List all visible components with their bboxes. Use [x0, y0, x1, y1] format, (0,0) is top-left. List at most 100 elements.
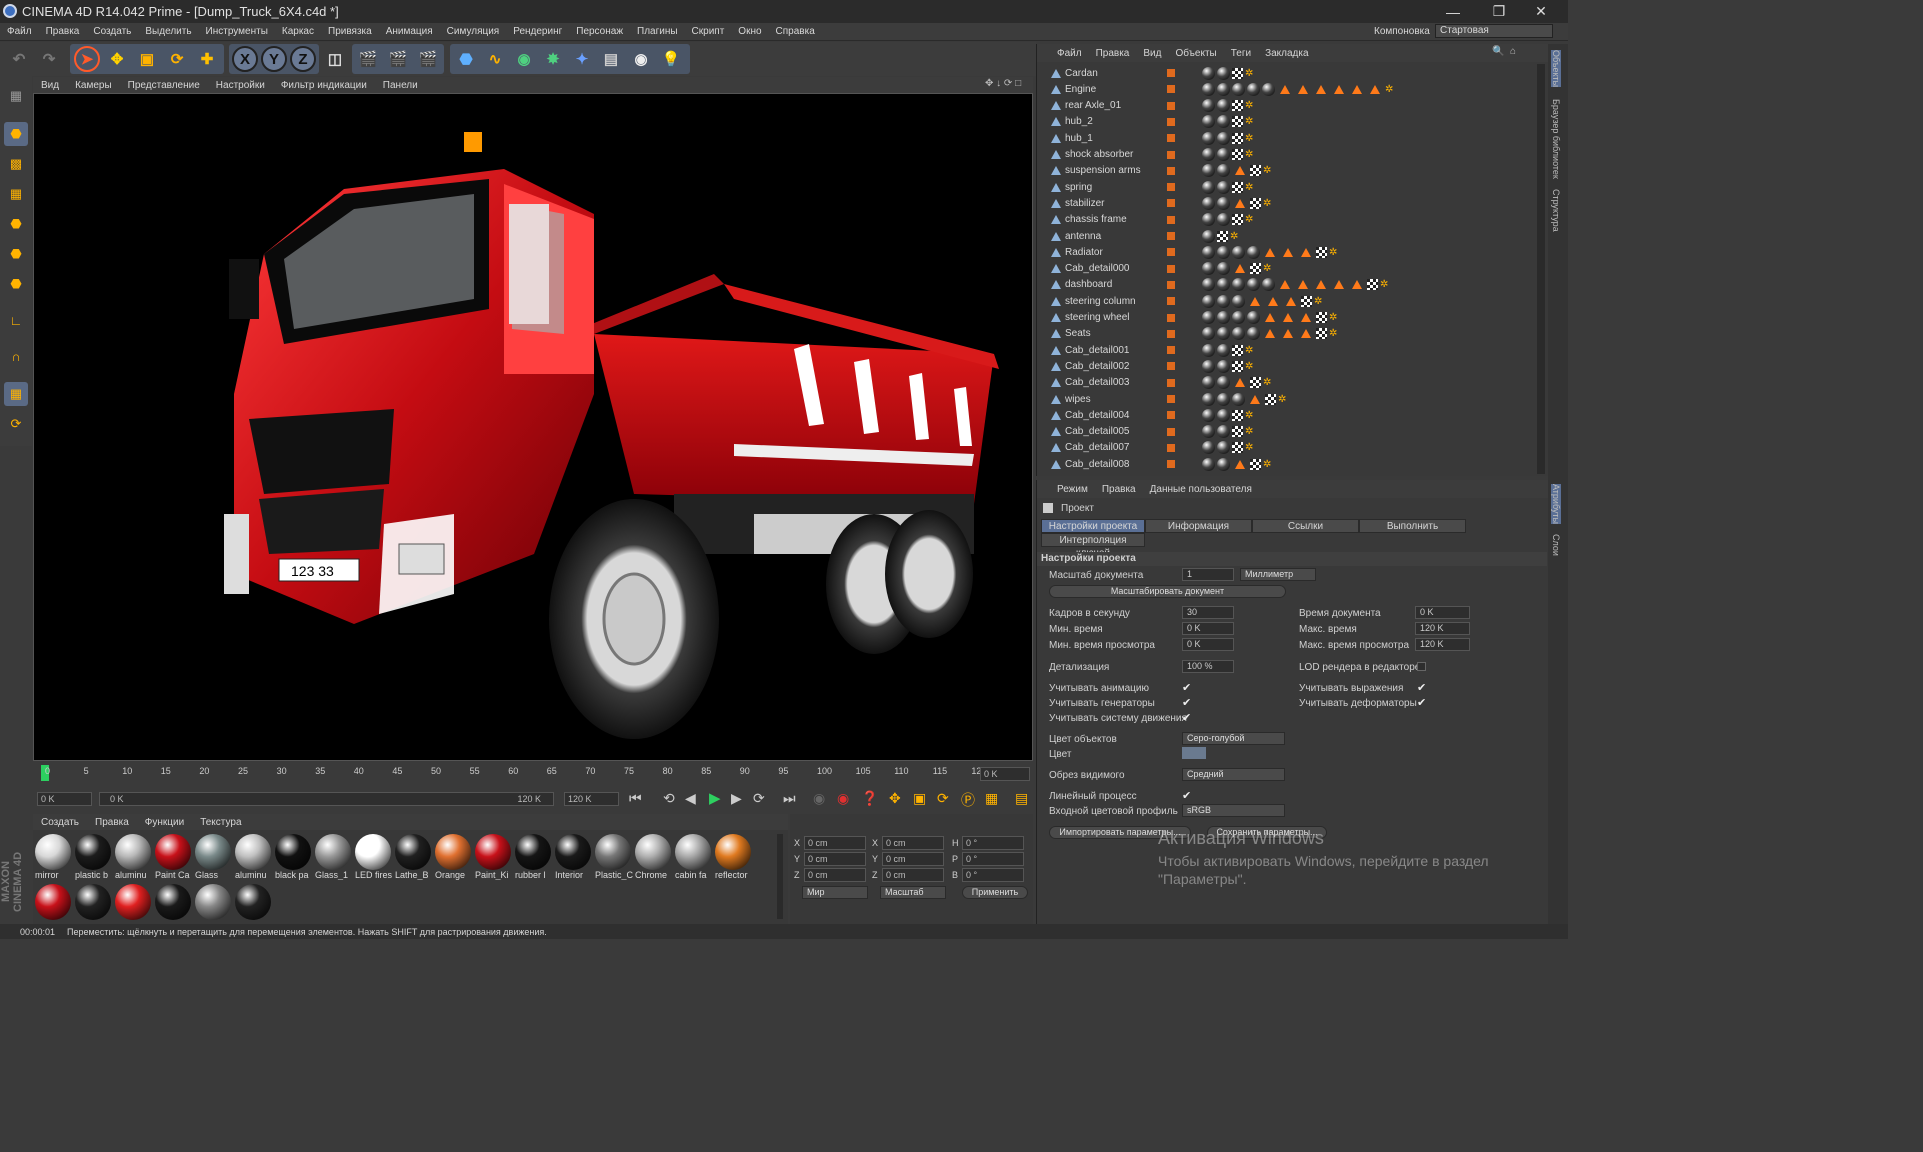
material-tag-icon[interactable]	[1202, 441, 1215, 455]
uvw-tag-icon[interactable]	[1250, 377, 1261, 389]
menu-item[interactable]: Анимация	[386, 26, 433, 37]
material-tag-icon[interactable]	[1202, 262, 1215, 276]
layer-color-icon[interactable]	[1167, 166, 1175, 175]
texture-tag-icon[interactable]	[1352, 84, 1362, 94]
object-row[interactable]: chassis frame ✲	[1037, 212, 1537, 228]
material-swatch[interactable]	[155, 884, 191, 920]
texture-tag-icon[interactable]	[1235, 166, 1245, 176]
viewport-menu-item[interactable]: Камеры	[75, 80, 112, 91]
current-frame-field[interactable]: 0 K	[980, 767, 1030, 781]
layer-color-icon[interactable]	[1167, 101, 1175, 110]
texture-tag-icon[interactable]	[1235, 198, 1245, 208]
material-tag-icon[interactable]	[1217, 457, 1230, 471]
object-menu-item[interactable]: Вид	[1143, 48, 1161, 59]
object-row[interactable]: Cab_detail008 ✲	[1037, 456, 1537, 472]
attr-menu-item[interactable]: Данные пользователя	[1150, 484, 1252, 495]
object-row[interactable]: stabilizer ✲	[1037, 195, 1537, 211]
material-tag-icon[interactable]	[1217, 262, 1230, 276]
material-swatch[interactable]	[35, 884, 71, 920]
spline-icon[interactable]: ∿	[482, 46, 508, 72]
layer-color-icon[interactable]	[1167, 411, 1175, 420]
material-tag-icon[interactable]	[1202, 148, 1215, 161]
object-row[interactable]: hub_2 ✲	[1037, 114, 1537, 130]
material-tag-icon[interactable]	[1217, 376, 1230, 390]
texture-tag-icon[interactable]	[1250, 296, 1260, 306]
timeline-ruler[interactable]: 0 5 10 15 20 25 30 35 40 45 50 55 60 65 70 75 80 85 90 95 10…	[33, 763, 1033, 785]
deformer-icon[interactable]: ✦	[569, 46, 595, 72]
viewport-menu-item[interactable]: Фильтр индикации	[281, 80, 367, 91]
uvw-tag-icon[interactable]	[1232, 132, 1243, 144]
menu-item[interactable]: Окно	[738, 26, 761, 37]
points-mode-icon[interactable]: ⬣	[4, 212, 28, 236]
texture-tag-icon[interactable]	[1283, 247, 1293, 257]
material-tag-icon[interactable]	[1232, 82, 1245, 96]
texture-tag-icon[interactable]	[1268, 296, 1278, 306]
viewport-menu-item[interactable]: Вид	[41, 80, 59, 91]
z-axis-icon[interactable]: Z	[290, 46, 316, 72]
tab-key-interpolation[interactable]: Интерполяция ключей	[1041, 533, 1145, 559]
object-row[interactable]: Engine ✲	[1037, 81, 1537, 97]
material-tag-icon[interactable]	[1247, 327, 1260, 341]
material-tag-icon[interactable]	[1232, 311, 1245, 324]
layer-color-icon[interactable]	[1167, 134, 1175, 143]
end-frame-field[interactable]: 120 K	[564, 792, 619, 806]
phong-tag-icon[interactable]: ✲	[1329, 247, 1337, 258]
tab-info[interactable]: Информация	[1145, 519, 1252, 533]
prev-key-icon[interactable]: ⟲	[663, 790, 675, 807]
viewport-menu-item[interactable]: Представление	[128, 80, 200, 91]
tweak-mode-icon[interactable]: ⟳	[4, 412, 28, 436]
material-tag-icon[interactable]	[1217, 294, 1230, 308]
viewport-menu-item[interactable]: Панели	[383, 80, 418, 91]
max-time-input[interactable]: 120 K	[1415, 622, 1470, 635]
tab-layers[interactable]: Слои	[1551, 534, 1561, 556]
prev-frame-icon[interactable]: ◀	[685, 790, 696, 807]
coordinate-system-icon[interactable]: ◫	[322, 46, 348, 72]
material-tag-icon[interactable]	[1202, 164, 1215, 178]
material-tag-icon[interactable]	[1217, 408, 1230, 422]
object-row[interactable]: spring ✲	[1037, 179, 1537, 195]
phong-tag-icon[interactable]: ✲	[1245, 214, 1253, 225]
menu-item[interactable]: Каркас	[282, 26, 314, 37]
phong-tag-icon[interactable]: ✲	[1263, 165, 1271, 176]
material-tag-icon[interactable]	[1202, 343, 1215, 357]
layer-color-icon[interactable]	[1167, 427, 1175, 436]
material-tag-icon[interactable]	[1202, 457, 1215, 471]
material-swatch[interactable]: Glass	[195, 834, 233, 880]
use-motion-checkbox[interactable]: ✔	[1182, 711, 1191, 724]
record-keys-icon[interactable]: ◉	[813, 790, 825, 807]
material-tag-icon[interactable]	[1217, 82, 1230, 96]
viewport-menu-item[interactable]: Настройки	[216, 80, 265, 91]
redo-icon[interactable]: ↷	[36, 46, 62, 72]
object-row[interactable]: wipes ✲	[1037, 391, 1537, 407]
layer-color-icon[interactable]	[1167, 443, 1175, 452]
axis-mode-icon[interactable]: ∟	[4, 308, 28, 332]
min-time-input[interactable]: 0 K	[1182, 622, 1234, 635]
layer-color-icon[interactable]	[1167, 460, 1175, 469]
search-icon[interactable]: 🔍	[1492, 46, 1504, 57]
material-tag-icon[interactable]	[1217, 196, 1230, 210]
material-tag-icon[interactable]	[1217, 164, 1230, 178]
uvw-tag-icon[interactable]	[1232, 442, 1243, 454]
auto-key-icon[interactable]: ◉	[837, 790, 849, 807]
material-swatch[interactable]: mirror	[35, 834, 73, 880]
next-frame-icon[interactable]: ▶	[731, 790, 742, 807]
tab-content-browser[interactable]: Браузер библиотек	[1551, 99, 1561, 179]
uvw-tag-icon[interactable]	[1250, 165, 1261, 177]
use-animation-checkbox[interactable]: ✔	[1182, 681, 1191, 694]
layer-color-icon[interactable]	[1167, 264, 1175, 273]
material-swatch[interactable]: LED fires	[355, 834, 393, 880]
texture-tag-icon[interactable]	[1316, 84, 1326, 94]
camera-icon[interactable]: ◉	[628, 46, 654, 72]
viewport-nav-icons[interactable]: ✥ ↓ ⟳ □	[985, 78, 1021, 89]
material-tag-icon[interactable]	[1217, 359, 1230, 373]
object-row[interactable]: Cab_detail007 ✲	[1037, 440, 1537, 456]
object-menu-item[interactable]: Объекты	[1175, 48, 1216, 59]
menu-item[interactable]: Создать	[93, 26, 131, 37]
texture-tag-icon[interactable]	[1235, 264, 1245, 274]
layer-color-icon[interactable]	[1167, 313, 1175, 322]
phong-tag-icon[interactable]: ✲	[1245, 345, 1253, 356]
rot-p-field[interactable]: 0 °	[962, 852, 1024, 866]
use-expressions-checkbox[interactable]: ✔	[1417, 681, 1426, 694]
key-position-icon[interactable]: ✥	[889, 790, 901, 807]
rotate-icon[interactable]: ⟳	[164, 46, 190, 72]
